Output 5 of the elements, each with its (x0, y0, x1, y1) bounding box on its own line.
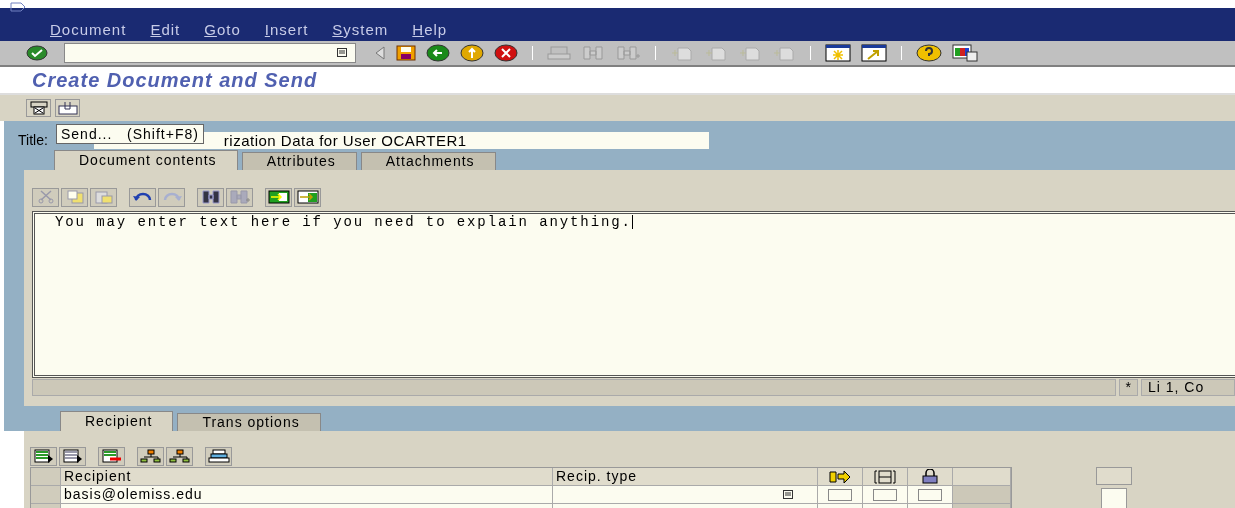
tooltip: Send... (Shift+F8) (56, 124, 204, 144)
modified-indicator: * (1118, 379, 1138, 396)
title-label: Title: (18, 132, 48, 148)
cursor-position: Li 1, Co (1141, 379, 1235, 396)
screen-title: Create Document and Send (32, 68, 318, 92)
